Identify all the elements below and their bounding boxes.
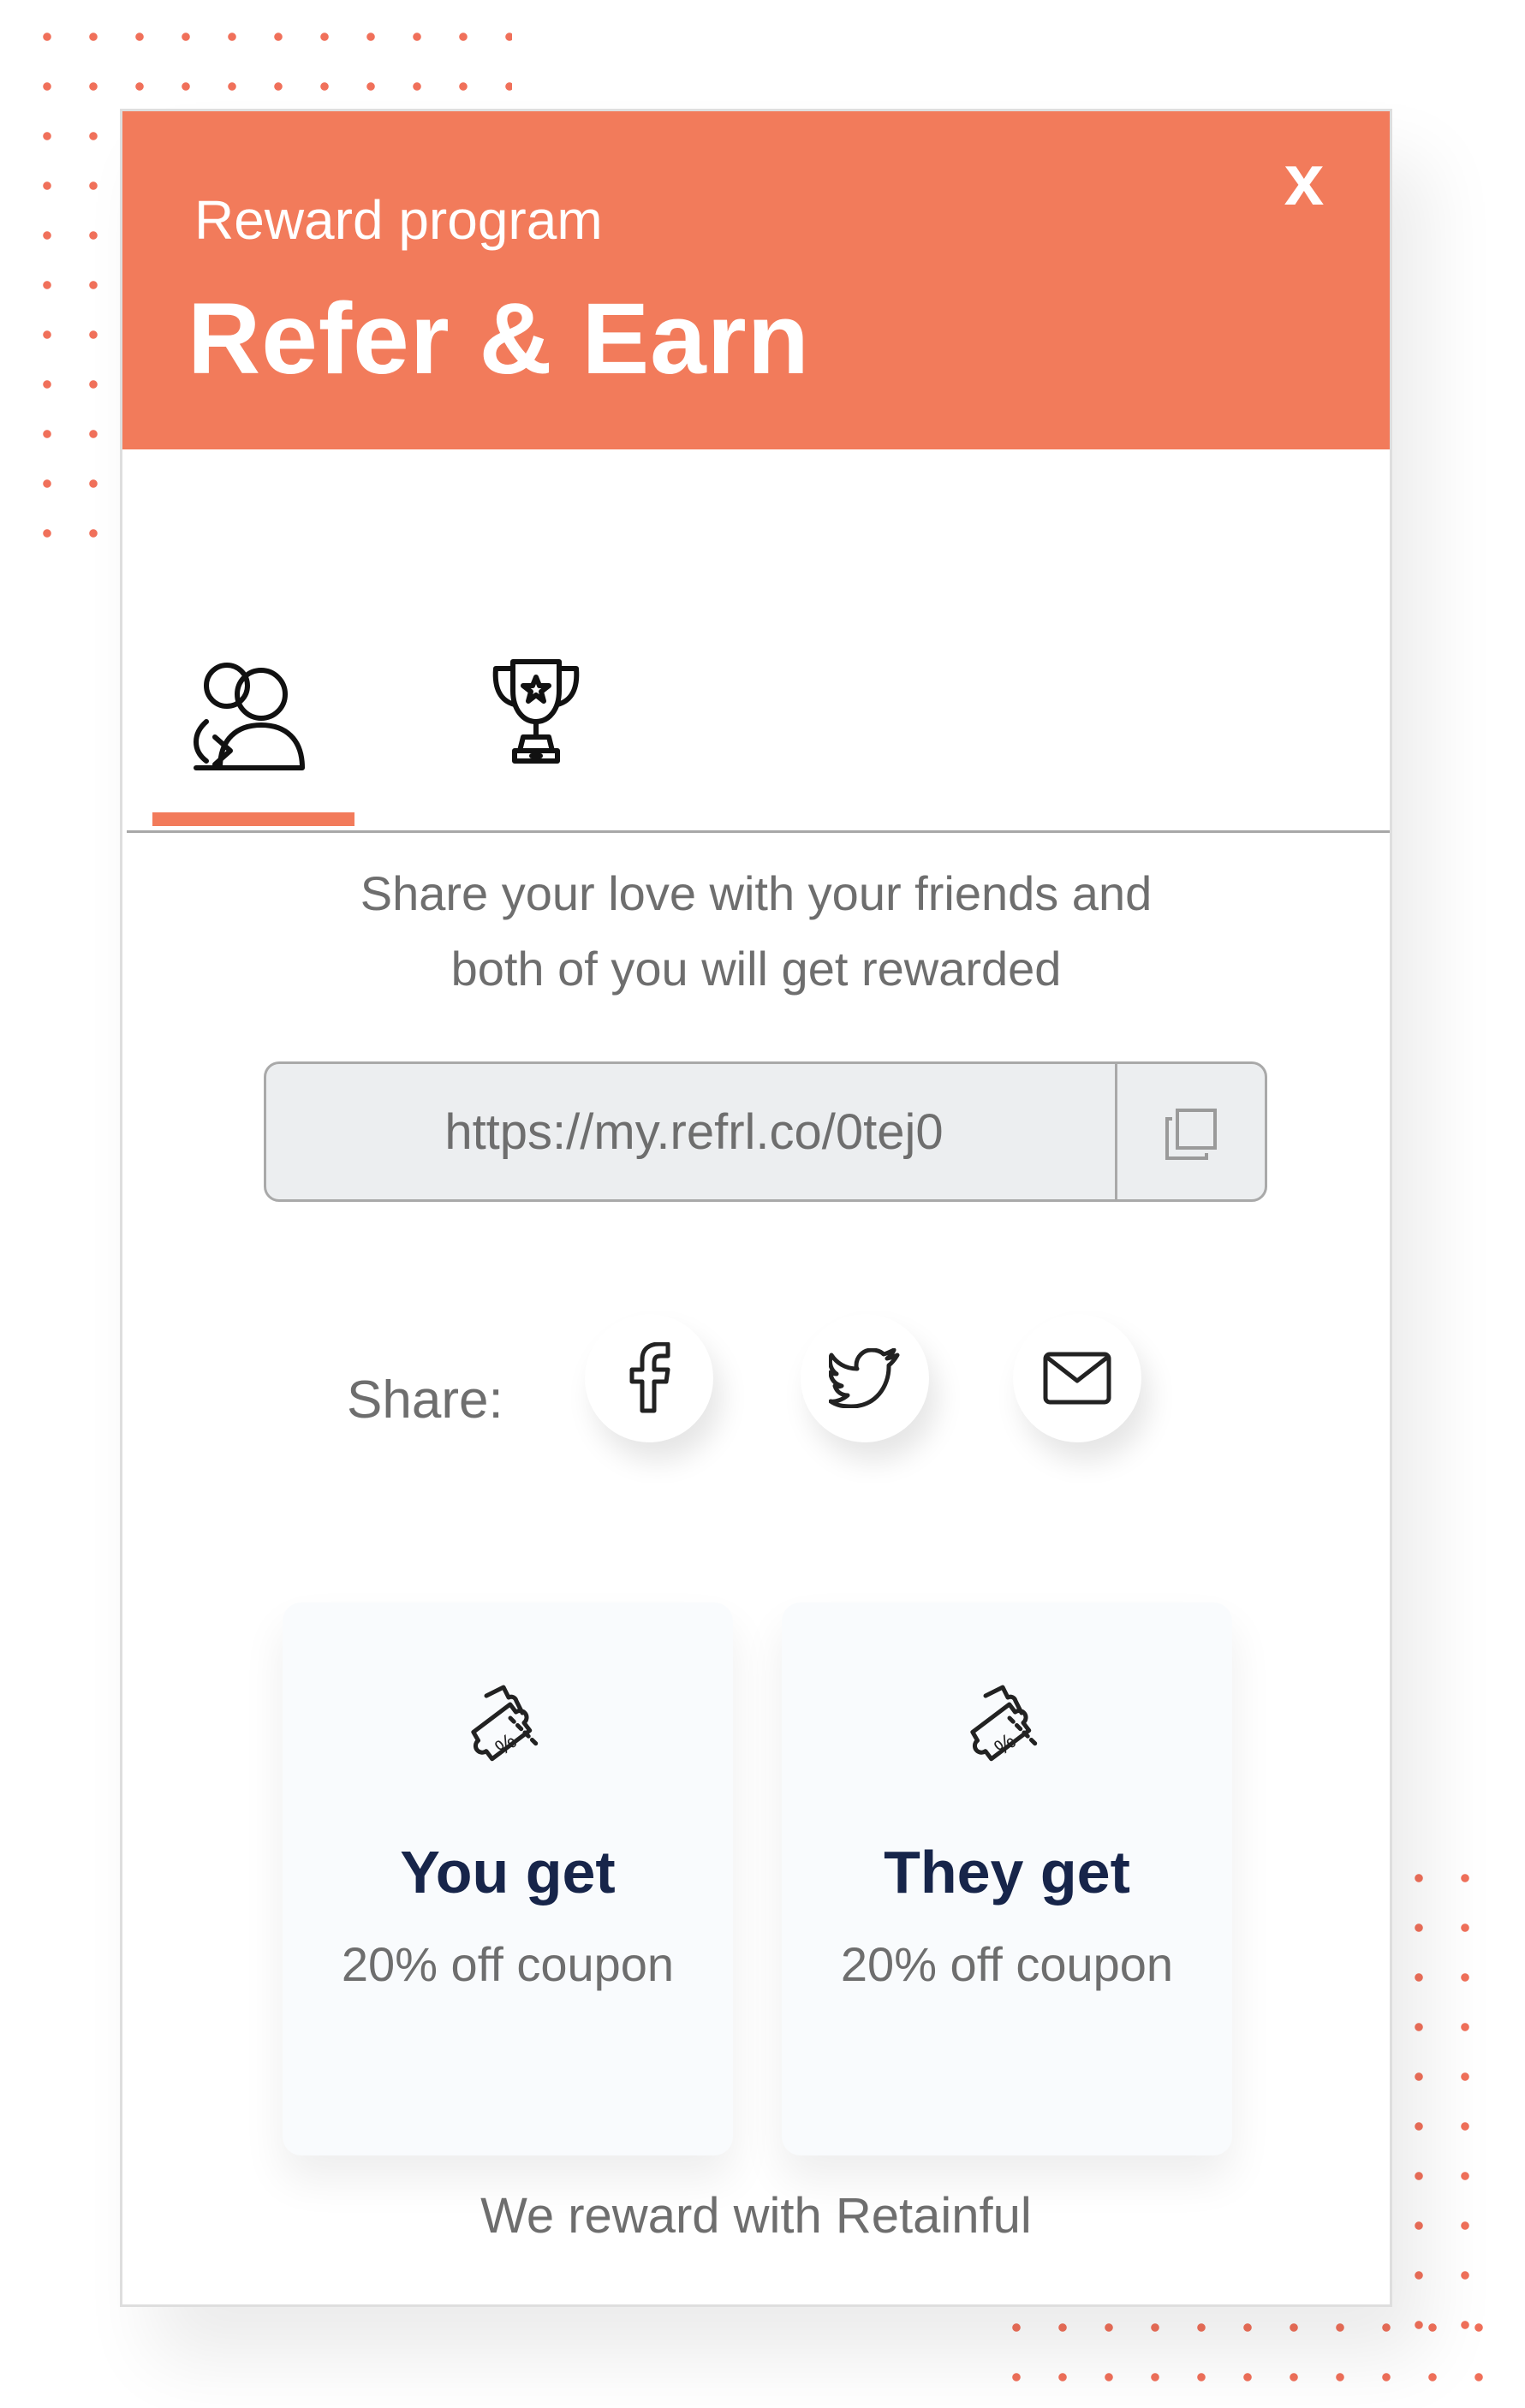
twitter-icon — [829, 1348, 900, 1408]
widget-header: Reward program Refer & Earn x — [122, 111, 1390, 449]
tab-bar — [127, 449, 1390, 833]
share-email-button[interactable] — [1013, 1314, 1141, 1442]
header-subtitle: Reward program — [194, 189, 603, 251]
tab-rewards[interactable] — [435, 449, 637, 826]
trophy-icon — [492, 659, 580, 764]
share-twitter-button[interactable] — [801, 1314, 929, 1442]
close-button[interactable]: x — [1270, 144, 1338, 216]
reward-card-value: 20% off coupon — [341, 1937, 675, 1991]
decorative-dots-bottom — [993, 2303, 1507, 2405]
referral-link-input[interactable] — [266, 1064, 1122, 1199]
powered-by-footer: We reward with Retainful — [122, 2187, 1390, 2244]
share-description: Share your love with your friends and bo… — [360, 866, 1153, 996]
reward-card-they: % They get 20% off coupon — [782, 1602, 1232, 2155]
tab-referral[interactable] — [152, 449, 354, 826]
coupon-ticket-icon: % — [471, 1685, 540, 1762]
reward-card-title: You get — [400, 1839, 616, 1906]
copy-link-button[interactable] — [1115, 1064, 1265, 1199]
retainful-link[interactable]: We reward with Retainful — [480, 2188, 1032, 2244]
referral-link-box — [264, 1061, 1267, 1202]
decorative-dots-left — [24, 111, 118, 556]
share-facebook-button[interactable] — [585, 1314, 713, 1442]
close-icon: x — [1284, 140, 1325, 220]
facebook-icon — [629, 1342, 670, 1413]
share-label: Share: — [347, 1370, 503, 1430]
header-title: Refer & Earn — [188, 282, 810, 395]
active-tab-indicator — [152, 812, 354, 826]
coupon-ticket-icon: % — [970, 1685, 1040, 1762]
referral-widget: Reward program Refer & Earn x Share your… — [120, 109, 1392, 2307]
reward-card-title: They get — [884, 1839, 1130, 1906]
decorative-dots-top-left — [24, 12, 512, 106]
users-refer-icon — [194, 663, 305, 770]
decorative-dots-right — [1396, 1853, 1498, 2333]
mail-icon — [1043, 1352, 1111, 1405]
copy-icon — [1165, 1109, 1217, 1160]
reward-card-value: 20% off coupon — [840, 1937, 1174, 1991]
reward-card-you: % You get 20% off coupon — [283, 1602, 733, 2155]
